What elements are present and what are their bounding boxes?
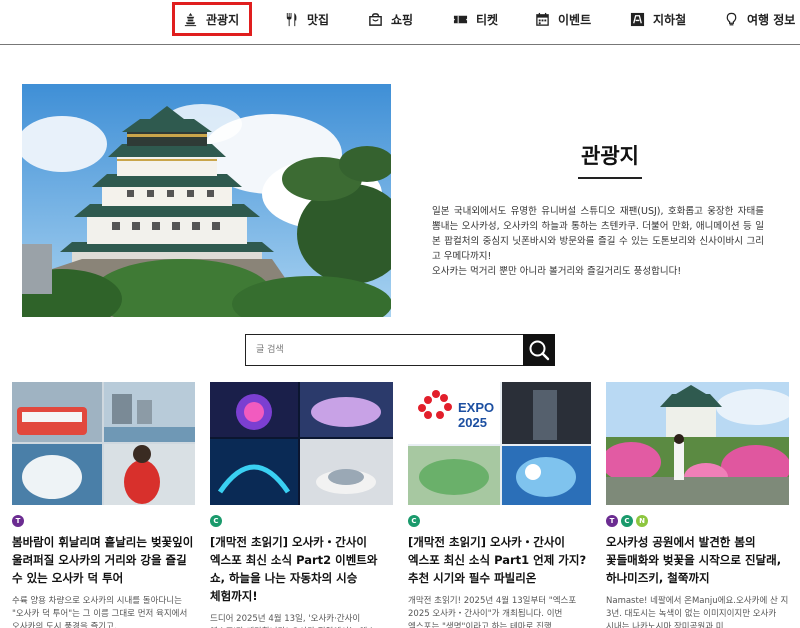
category-badge: N (636, 515, 648, 527)
category-badge: T (12, 515, 24, 527)
nav-item-events[interactable]: 이벤트 (535, 6, 591, 32)
nav-item-shopping[interactable]: 쇼핑 (368, 6, 413, 32)
card-title: [개막전 초읽기] 오사카・간사이 엑스포 최신 소식 Part2 이벤트와 쇼… (210, 535, 378, 603)
search-icon (529, 340, 550, 361)
nav-item-label: 이벤트 (558, 12, 592, 27)
card-image-expo-pavilions: EXPO 2025 (408, 382, 591, 505)
category-badges: T (12, 515, 195, 527)
nav-item-label: 맛집 (307, 12, 330, 27)
pagoda-icon (184, 12, 197, 26)
calendar-icon (536, 12, 549, 26)
category-badges: C (210, 515, 393, 527)
card-description: 수륙 양용 차량으로 오사카의 시내를 돌아다니는 "오사카 덕 투어"는 그 … (12, 596, 188, 628)
article-card[interactable]: EXPO 2025 C [개막전 초읽기] 오사카・간사이 엑스포 최신 소식 … (408, 382, 591, 628)
expo-badge-line2: 2025 (458, 415, 487, 430)
nav-item-subway[interactable]: 지하철 (630, 6, 686, 32)
article-card[interactable]: T C N 오사카성 공원에서 발견한 봄의 꽃들매화와 벚꽃을 시작으로 진달… (606, 382, 789, 628)
category-badge: C (408, 515, 420, 527)
nav-item-travel-info[interactable]: 여행 정보 (724, 6, 795, 32)
subway-icon (630, 12, 645, 26)
search-bar (245, 334, 555, 366)
nav-item-tickets[interactable]: 티켓 (453, 6, 498, 32)
card-title: 봄바람이 휘날리며 흩날리는 벚꽃잎이 울려퍼질 오사카의 거리와 강을 즐길 … (12, 535, 194, 585)
title-underline (578, 177, 642, 179)
search-button[interactable] (523, 334, 555, 366)
card-description: 드디어 2025년 4월 13일, '오사카·간사이 엑스포'가 개막합니다! … (210, 614, 375, 628)
shopping-bag-icon (369, 12, 382, 26)
nav-item-label: 쇼핑 (391, 12, 414, 27)
category-badge: C (621, 515, 633, 527)
category-badge: C (210, 515, 222, 527)
card-title: [개막전 초읽기] 오사카・간사이 엑스포 최신 소식 Part1 언제 가지?… (408, 535, 587, 585)
hero-description: 일본 국내외에서도 유명한 유니버설 스튜디오 재팬(USJ), 호화롭고 웅장… (432, 204, 764, 279)
article-card[interactable]: T 봄바람이 휘날리며 흩날리는 벚꽃잎이 울려퍼질 오사카의 거리와 강을 즐… (12, 382, 195, 628)
search-input[interactable] (245, 334, 524, 366)
nav-item-restaurants[interactable]: 맛집 (284, 6, 329, 32)
card-title: 오사카성 공원에서 발견한 봄의 꽃들매화와 벚꽃을 시작으로 진달래, 하나미… (606, 535, 782, 585)
nav-item-label: 여행 정보 (747, 12, 796, 27)
card-image-castle-park-flowers (606, 382, 789, 505)
fork-knife-icon (286, 12, 297, 26)
card-image-duck-tour (12, 382, 195, 505)
nav-item-label: 관광지 (206, 12, 240, 27)
nav-item-sightseeing[interactable]: 관광지 (171, 2, 253, 36)
ticket-icon (453, 15, 468, 23)
lightbulb-icon (726, 12, 737, 25)
nav-item-label: 지하철 (653, 12, 687, 27)
category-badges: C (408, 515, 591, 527)
card-description: 개막전 초읽기! 2025년 4월 13일부터 "엑스포 2025 오사카・간사… (408, 596, 577, 628)
category-badge: T (606, 515, 618, 527)
category-badges: T C N (606, 515, 789, 527)
card-description: Namaste! 네팔에서 온Manju에요.오사카에 산 지 3년. 대도시는… (606, 596, 789, 628)
article-card[interactable]: C [개막전 초읽기] 오사카・간사이 엑스포 최신 소식 Part2 이벤트와… (210, 382, 393, 628)
expo-badge-line1: EXPO (458, 400, 494, 415)
top-navigation: 관광지 맛집 쇼핑 티켓 이벤트 지하철 여행 정보 (0, 0, 800, 45)
card-image-expo-events (210, 382, 393, 505)
hero-image-osaka-castle (22, 84, 391, 317)
description-paragraph: 일본 국내외에서도 유명한 유니버설 스튜디오 재팬(USJ), 호화롭고 웅장… (432, 206, 764, 262)
description-paragraph: 오사카는 먹거리 뿐만 아니라 볼거리와 즐길거리도 풍성합니다! (432, 266, 682, 277)
nav-item-label: 티켓 (476, 12, 499, 27)
page-title: 관광지 (581, 144, 639, 168)
